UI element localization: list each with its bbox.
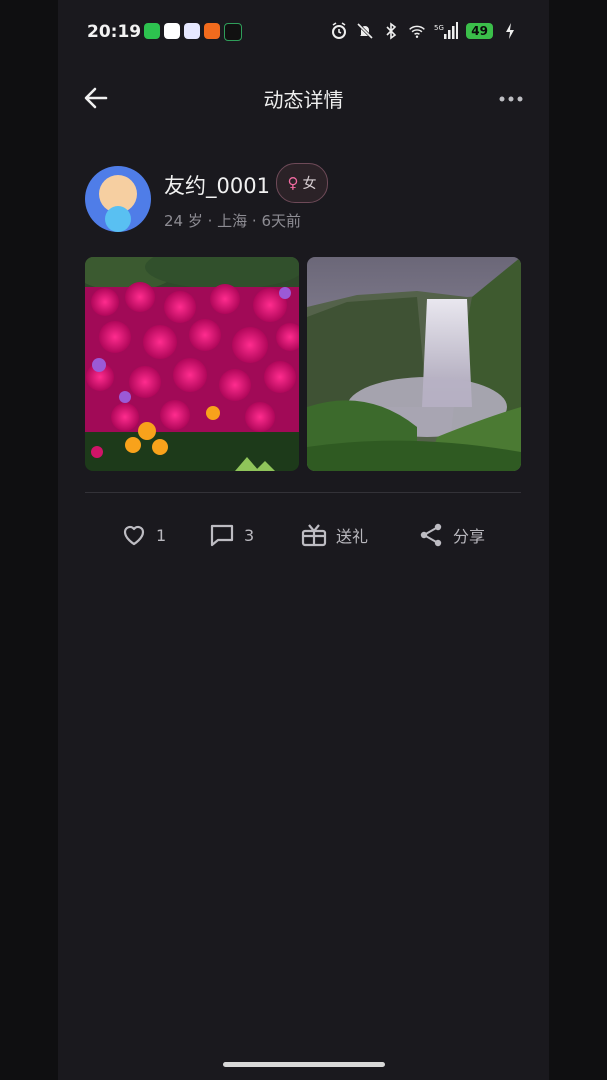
mute-icon [356,22,374,40]
comment-icon [210,524,234,547]
battery-indicator: 49 [466,23,493,39]
female-icon: ♀ [287,174,299,192]
avatar-body [105,206,131,232]
page-title: 动态详情 [263,88,344,112]
wechat-icon [144,23,160,39]
divider [85,492,521,493]
heart-icon [123,525,145,546]
top-nav-bar: 动态详情 [58,72,549,124]
game-icon [184,23,200,39]
alarm-icon [330,22,348,40]
notification-app-icons [144,23,242,41]
left-edge [0,0,58,1080]
gift-icon [301,524,327,547]
avatar[interactable] [85,166,151,232]
system-icons: 5G 49 [330,22,519,40]
status-bar: 20:19 5G 49 [58,14,549,50]
right-edge [549,0,607,1080]
comment-count: 3 [244,525,255,545]
wifi-icon [408,22,426,40]
post-author: 友约_0001 ♀ 女 24 岁 · 上海 · 6天前 [85,163,525,232]
charging-icon [501,22,519,40]
gift-label: 送礼 [336,527,369,546]
waterfall-photo[interactable] [307,257,521,471]
share-button[interactable]: 分享 [417,520,485,550]
username[interactable]: 友约_0001 [164,170,270,200]
more-options-button[interactable] [497,85,525,113]
bluetooth-icon [382,22,400,40]
signal-icon: 5G [434,22,459,40]
flowers-photo[interactable] [85,257,299,471]
home-indicator[interactable] [223,1062,385,1067]
share-label: 分享 [453,527,486,546]
gift-button[interactable]: 送礼 [300,520,368,550]
share-icon [420,523,442,547]
like-button[interactable]: 1 [120,520,166,550]
gender-badge: ♀ 女 [276,163,328,203]
like-count: 1 [156,525,167,545]
browser-icon [164,23,180,39]
app-screen: 20:19 5G 49 动态详情 友约_0001 ♀ 女 24 岁 · 上海 ·… [58,0,549,1080]
status-time: 20:19 [87,22,142,42]
svg-text:5G: 5G [434,24,444,32]
comment-button[interactable]: 3 [208,520,254,550]
post-actions: 1 3 送礼 分享 [58,512,549,558]
author-meta: 24 岁 · 上海 · 6天前 [164,212,302,230]
more-horizontal-icon [499,96,523,102]
orange-app-icon [204,23,220,39]
gender-label: 女 [302,176,317,192]
music-icon [224,23,242,41]
